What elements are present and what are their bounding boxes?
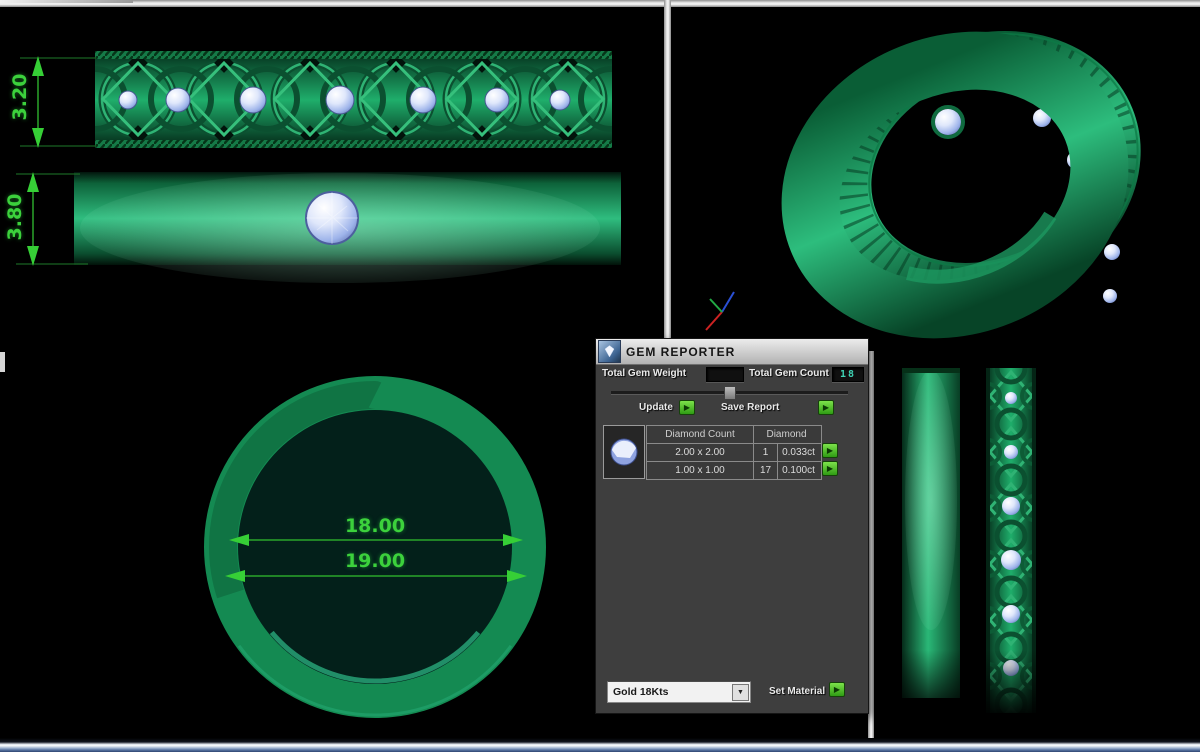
go-arrow-icon: ▶ (827, 447, 833, 455)
row-apply-button[interactable]: ▶ (822, 461, 838, 476)
gem-count-cell: 1 (753, 444, 777, 461)
viewport-divider-horizontal[interactable] (0, 0, 1200, 7)
gem-count-cell: 17 (753, 462, 777, 479)
total-gem-weight-label: Total Gem Weight (602, 368, 686, 379)
dimension-label-band-top: 3.20 (9, 67, 31, 127)
go-arrow-icon: ▶ (834, 686, 840, 694)
set-material-label: Set Material (769, 686, 825, 697)
window-edge-tick (0, 352, 5, 372)
axis-gizmo (706, 292, 734, 330)
material-dropdown-value: Gold 18Kts (608, 686, 732, 698)
viewport-divider-vertical-top[interactable] (664, 0, 671, 344)
gem-reporter-icon (598, 340, 621, 363)
gem-weight-cell: 0.100ct (777, 462, 819, 479)
gem-table-header: Diamond Count Diamond (647, 426, 821, 443)
gem-reporter-dialog: GEM REPORTER Total Gem Weight Total Gem … (595, 338, 869, 714)
gem-weight-cell: 0.033ct (777, 444, 819, 461)
gem-size-cell: 2.00 x 2.00 (647, 444, 753, 461)
save-report-button[interactable]: ▶ (818, 400, 834, 415)
total-gem-count-value: 18 (832, 367, 864, 382)
gem-size-cell: 1.00 x 1.00 (647, 462, 753, 479)
dimension-label-inner-diameter: 18.00 (325, 515, 425, 537)
dialog-title: GEM REPORTER (626, 345, 735, 359)
go-arrow-icon: ▶ (684, 404, 690, 412)
table-row[interactable]: 2.00 x 2.00 1 0.033ct (647, 443, 821, 461)
header-diamond: Diamond (753, 426, 819, 443)
dialog-titlebar[interactable]: GEM REPORTER (596, 339, 868, 365)
total-gem-weight-value (706, 367, 744, 382)
set-material-button[interactable]: ▶ (829, 682, 845, 697)
gem-slider-thumb[interactable] (724, 386, 736, 400)
save-report-label: Save Report (721, 402, 779, 413)
dimension-label-band-bottom: 3.80 (4, 187, 26, 247)
update-label: Update (639, 402, 673, 413)
gem-thumbnail[interactable] (603, 425, 645, 479)
viewport-perspective-view (706, 0, 1178, 352)
dimension-label-outer-diameter: 19.00 (325, 550, 425, 572)
viewport-front-view (890, 368, 1050, 715)
cad-workspace: 3.20 3.80 18.00 19.00 GEM REPORTER Total… (0, 0, 1200, 752)
window-bottom-edge (0, 738, 1200, 752)
dimension-3-20 (20, 58, 96, 146)
total-gem-count-label: Total Gem Count (749, 368, 829, 379)
go-arrow-icon: ▶ (823, 404, 829, 412)
header-diamond-count: Diamond Count (647, 426, 753, 443)
go-arrow-icon: ▶ (827, 465, 833, 473)
viewport-top-view (204, 376, 546, 718)
table-row[interactable]: 1.00 x 1.00 17 0.100ct (647, 461, 821, 479)
row-apply-button[interactable]: ▶ (822, 443, 838, 458)
window-edge-top (0, 0, 133, 3)
material-dropdown[interactable]: Gold 18Kts ▼ (607, 681, 751, 703)
dropdown-arrow-icon[interactable]: ▼ (732, 684, 749, 701)
update-button[interactable]: ▶ (679, 400, 695, 415)
viewport-side-view (16, 51, 621, 283)
gem-table: Diamond Count Diamond 2.00 x 2.00 1 0.03… (646, 425, 822, 480)
